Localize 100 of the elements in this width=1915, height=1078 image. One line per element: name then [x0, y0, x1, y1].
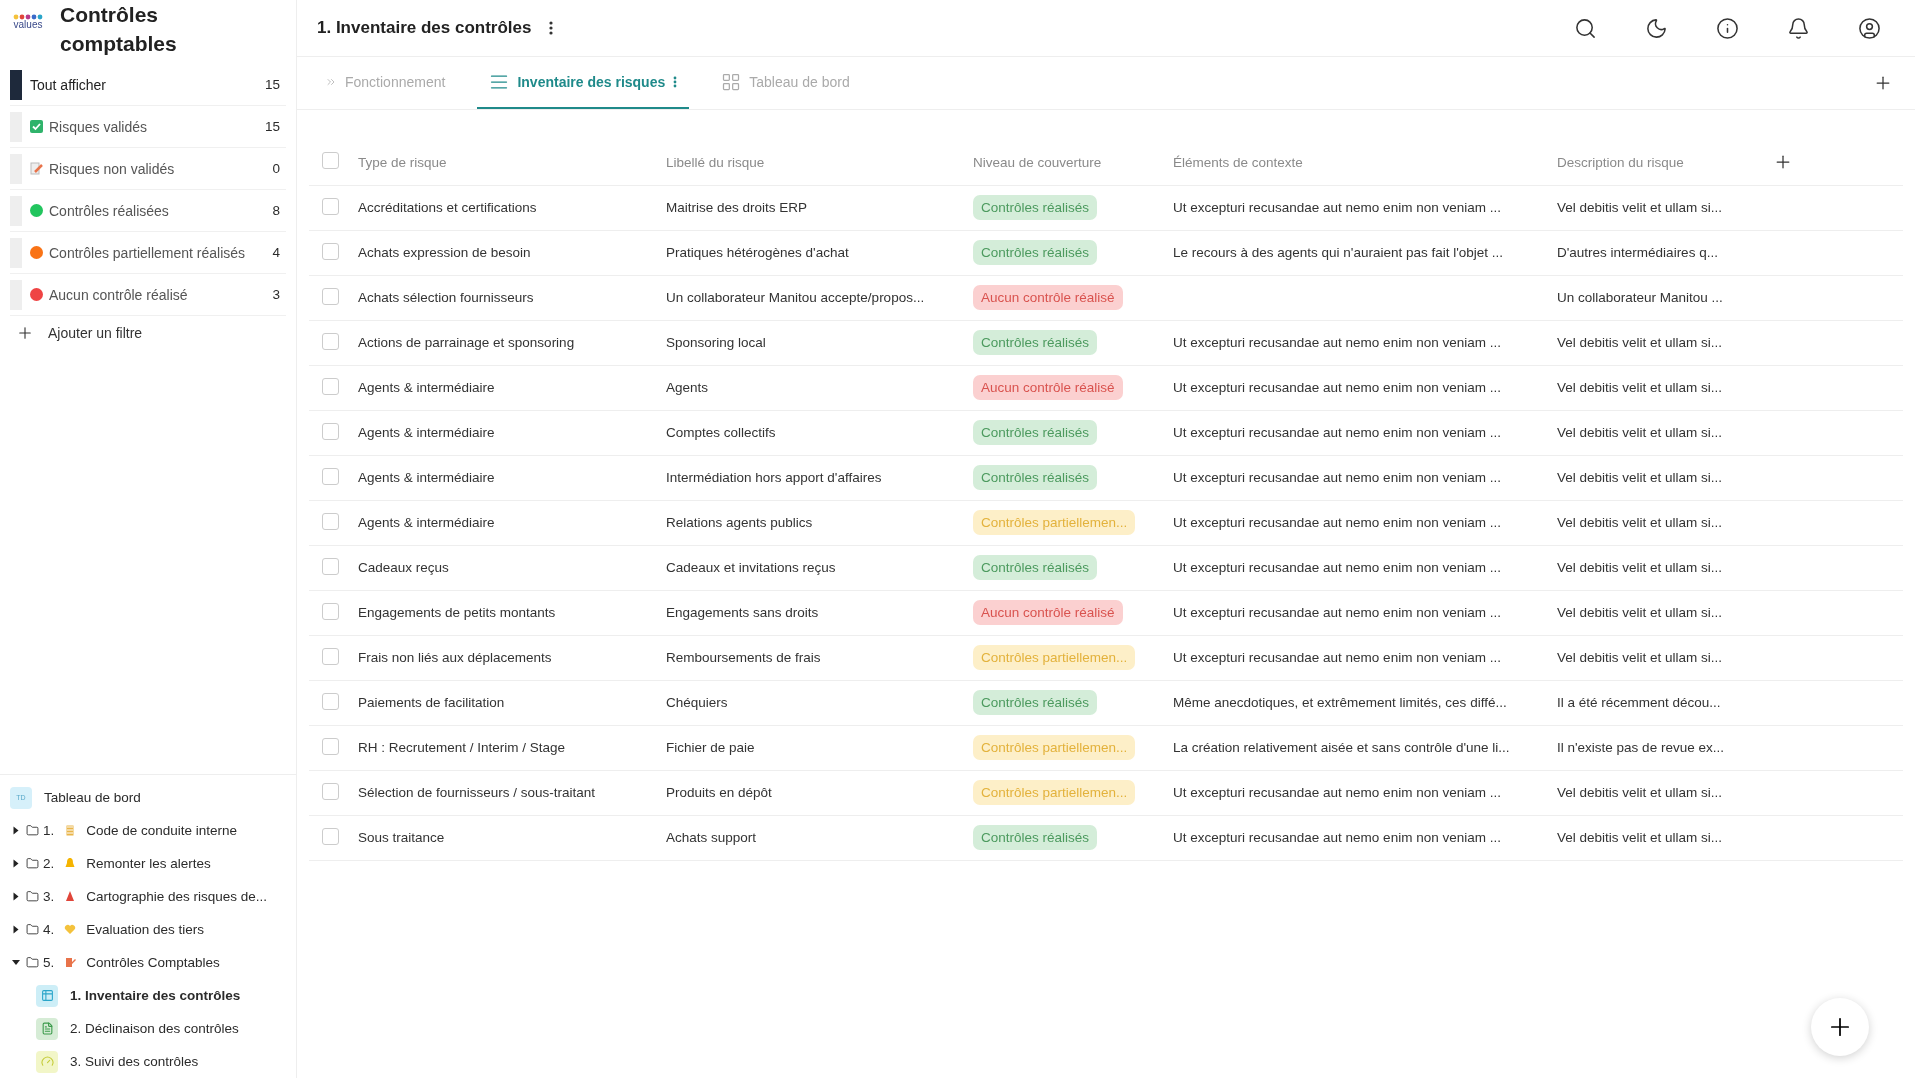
tree-number: 2. [43, 856, 55, 871]
tree-subitem[interactable]: 1. Inventaire des contrôles [10, 979, 286, 1012]
tree-subitem[interactable]: 2. Déclinaison des contrôles [10, 1012, 286, 1045]
row-checkbox[interactable] [322, 692, 339, 710]
status-badge: Aucun contrôle réalisé [973, 285, 1123, 310]
tree-label: Contrôles Comptables [86, 955, 220, 970]
table-cell: Ut excepturi recusandae aut nemo enim non veniam ... [1172, 365, 1556, 410]
column-header: Niveau de couverture [972, 140, 1172, 185]
tree-label: Evaluation des tiers [86, 922, 205, 937]
tree-label: Remonter les alertes [86, 856, 211, 871]
tree-label: 2. Déclinaison des contrôles [70, 1021, 239, 1036]
tree-item[interactable]: 5. Contrôles Comptables [10, 946, 286, 979]
status-badge: Contrôles réalisés [973, 555, 1098, 580]
row-checkbox[interactable] [322, 782, 339, 800]
row-checkbox[interactable] [322, 332, 339, 350]
table-cell: Achats sélection fournisseurs [357, 275, 665, 320]
table-cell: Engagements de petits montants [357, 590, 665, 635]
row-checkbox[interactable] [322, 827, 339, 845]
tree-label: 1. Inventaire des contrôles [70, 988, 241, 1003]
table-cell: Agents [665, 365, 972, 410]
kebab-icon [673, 76, 678, 88]
row-checkbox[interactable] [322, 422, 339, 440]
tree-item[interactable]: 4. Evaluation des tiers [10, 913, 286, 946]
filter-item[interactable]: Aucun contrôle réalisé 3 [10, 274, 286, 316]
add-filter-button[interactable]: Ajouter un filtre [10, 316, 286, 350]
tree-number: 1. [43, 823, 55, 838]
row-checkbox[interactable] [322, 287, 339, 305]
table-cell: Actions de parrainage et sponsoring [357, 320, 665, 365]
table-cell: Chéquiers [665, 680, 972, 725]
filter-label: Tout afficher [30, 76, 107, 93]
tab[interactable]: Inventaire des risques [477, 57, 690, 109]
row-checkbox[interactable] [322, 242, 339, 260]
table-cell: Vel debitis velit et ullam si... [1556, 365, 1766, 410]
table-cell: Engagements sans droits [665, 590, 972, 635]
table-cell: Ut excepturi recusandae aut nemo enim non veniam ... [1172, 410, 1556, 455]
status-badge: Aucun contrôle réalisé [973, 375, 1123, 400]
tree-label: 3. Suivi des contrôles [70, 1054, 199, 1069]
table-cell: Ut excepturi recusandae aut nemo enim non veniam ... [1172, 500, 1556, 545]
row-checkbox[interactable] [322, 602, 339, 620]
page-title: 1. Inventaire des contrôles [317, 18, 532, 38]
add-button[interactable] [1811, 998, 1869, 1056]
row-checkbox[interactable] [322, 512, 339, 530]
filter-count: 3 [272, 287, 280, 302]
tree-item[interactable]: 2. Remonter les alertes [10, 847, 286, 880]
status-badge: Contrôles réalisés [973, 465, 1098, 490]
filter-item[interactable]: Contrôles réalisées 8 [10, 190, 286, 232]
table-cell: Vel debitis velit et ullam si... [1556, 590, 1766, 635]
tree-item[interactable]: 3. Cartographie des risques de... [10, 880, 286, 913]
table-cell: Intermédiation hors apport d'affaires [665, 455, 972, 500]
select-all-checkbox[interactable] [322, 152, 339, 170]
folder-icon [26, 923, 39, 936]
table-cell: Vel debitis velit et ullam si... [1556, 185, 1766, 230]
filter-item[interactable]: Tout afficher 15 [10, 64, 286, 106]
table-cell: Le recours à des agents qui n'auraient pas fait l'objet ... [1172, 230, 1556, 275]
table-cell: Un collaborateur Manitou ... [1556, 275, 1766, 320]
filter-item[interactable]: Risques non validés 0 [10, 148, 286, 190]
filter-item[interactable]: Contrôles partiellement réalisés 4 [10, 232, 286, 274]
table-cell: RH : Recrutement / Interim / Stage [357, 725, 665, 770]
table-cell: Il n'existe pas de revue ex... [1556, 725, 1766, 770]
status-badge: Contrôles partiellemen... [973, 780, 1136, 805]
edit-icon [64, 956, 77, 969]
checkbox-icon [30, 120, 43, 133]
bell-icon [1787, 16, 1810, 40]
row-checkbox[interactable] [322, 377, 339, 395]
cone-icon [64, 890, 77, 903]
folder-icon [26, 890, 39, 903]
row-checkbox[interactable] [322, 197, 339, 215]
column-header: Type de risque [357, 140, 665, 185]
table-cell: Vel debitis velit et ullam si... [1556, 320, 1766, 365]
table-cell: Pratiques hétérogènes d'achat [665, 230, 972, 275]
tree-item[interactable]: 1. Code de conduite interne [10, 814, 286, 847]
table-cell: Fichier de paie [665, 725, 972, 770]
table-cell: Ut excepturi recusandae aut nemo enim non veniam ... [1172, 770, 1556, 815]
plus-icon [16, 324, 34, 342]
table-cell: Frais non liés aux déplacements [357, 635, 665, 680]
table-cell: Vel debitis velit et ullam si... [1556, 635, 1766, 680]
folder-icon [26, 857, 39, 870]
filter-count: 15 [264, 119, 280, 134]
filter-item[interactable]: Risques validés 15 [10, 106, 286, 148]
filter-count: 4 [272, 245, 280, 260]
tree-subitem[interactable]: 3. Suivi des contrôles [10, 1045, 286, 1078]
status-badge: Contrôles partiellemen... [973, 645, 1136, 670]
table-cell: Vel debitis velit et ullam si... [1556, 770, 1766, 815]
table-cell: Cadeaux reçus [357, 545, 665, 590]
row-checkbox[interactable] [322, 647, 339, 665]
table-cell: Vel debitis velit et ullam si... [1556, 545, 1766, 590]
table-cell: Sous traitance [357, 815, 665, 860]
table-cell: Agents & intermédiaire [357, 365, 665, 410]
table-cell: Un collaborateur Manitou accepte/propos... [665, 275, 972, 320]
user-icon [1858, 16, 1881, 40]
row-checkbox[interactable] [322, 557, 339, 575]
row-checkbox[interactable] [322, 737, 339, 755]
column-header: Libellé du risque [665, 140, 972, 185]
sidebar-title: Contrôles comptables [60, 2, 178, 57]
filter-count: 8 [272, 203, 280, 218]
status-badge: Contrôles réalisés [973, 240, 1098, 265]
row-checkbox[interactable] [322, 467, 339, 485]
table-cell: Ut excepturi recusandae aut nemo enim non veniam ... [1172, 455, 1556, 500]
doc-icon [36, 1017, 58, 1040]
table-cell: La création relativement aisée et sans contrôle d'une li... [1172, 725, 1556, 770]
